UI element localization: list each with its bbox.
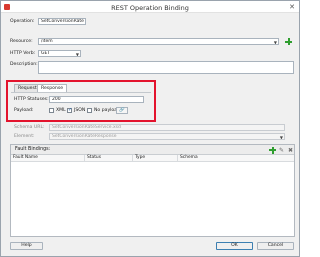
chevron-down-icon: ▼ (279, 135, 283, 140)
operation-label: Operation: (10, 19, 35, 24)
fault-bindings-title: Fault Bindings: (15, 147, 51, 152)
title-bar: REST Operation Binding ✕ (1, 1, 299, 13)
help-button[interactable]: Help (10, 242, 43, 250)
chevron-down-icon: ▼ (273, 40, 277, 45)
element-dropdown: SetConversionRateResponse ▼ (49, 133, 285, 140)
schema-url-label: Schema URL: (14, 125, 45, 130)
column-header-type[interactable]: Type (133, 155, 178, 162)
close-icon[interactable]: ✕ (288, 3, 296, 11)
http-verb-dropdown[interactable]: GET ▼ (38, 50, 81, 57)
add-resource-icon[interactable] (285, 38, 292, 45)
column-header-fault-name[interactable]: Fault Name (11, 155, 85, 162)
chevron-down-icon: ▼ (75, 52, 79, 57)
resource-dropdown[interactable]: /item ▼ (38, 38, 279, 45)
highlight-box (6, 80, 156, 122)
window-title: REST Operation Binding (111, 4, 189, 12)
cancel-button[interactable]: Cancel (257, 242, 294, 250)
element-value: SetConversionRateResponse (52, 134, 117, 139)
operation-field[interactable]: SetConversionRate (38, 18, 86, 25)
delete-icon[interactable]: ✖ (287, 147, 294, 154)
resource-value: /item (41, 39, 53, 44)
schema-url-field: SetConversionRateService.xsd (49, 124, 285, 131)
edit-icon[interactable]: ✎ (278, 147, 285, 154)
fault-bindings-panel: Fault Bindings: ✎ ✖ Fault Name Status Ty… (10, 144, 295, 237)
dialog-window: REST Operation Binding ✕ Operation: SetC… (0, 0, 300, 257)
description-label: Description: (10, 62, 38, 67)
column-header-status[interactable]: Status (85, 155, 133, 162)
ok-button[interactable]: OK (216, 242, 253, 250)
resource-label: Resource: (10, 39, 33, 44)
http-verb-value: GET (41, 51, 51, 56)
column-header-schema[interactable]: Schema (178, 155, 294, 162)
http-verb-label: HTTP Verb: (10, 51, 36, 56)
add-fault-icon[interactable] (269, 146, 276, 154)
element-label: Element: (14, 134, 35, 139)
fault-bindings-header: Fault Bindings: ✎ ✖ (11, 145, 294, 155)
description-textarea[interactable] (38, 61, 294, 74)
